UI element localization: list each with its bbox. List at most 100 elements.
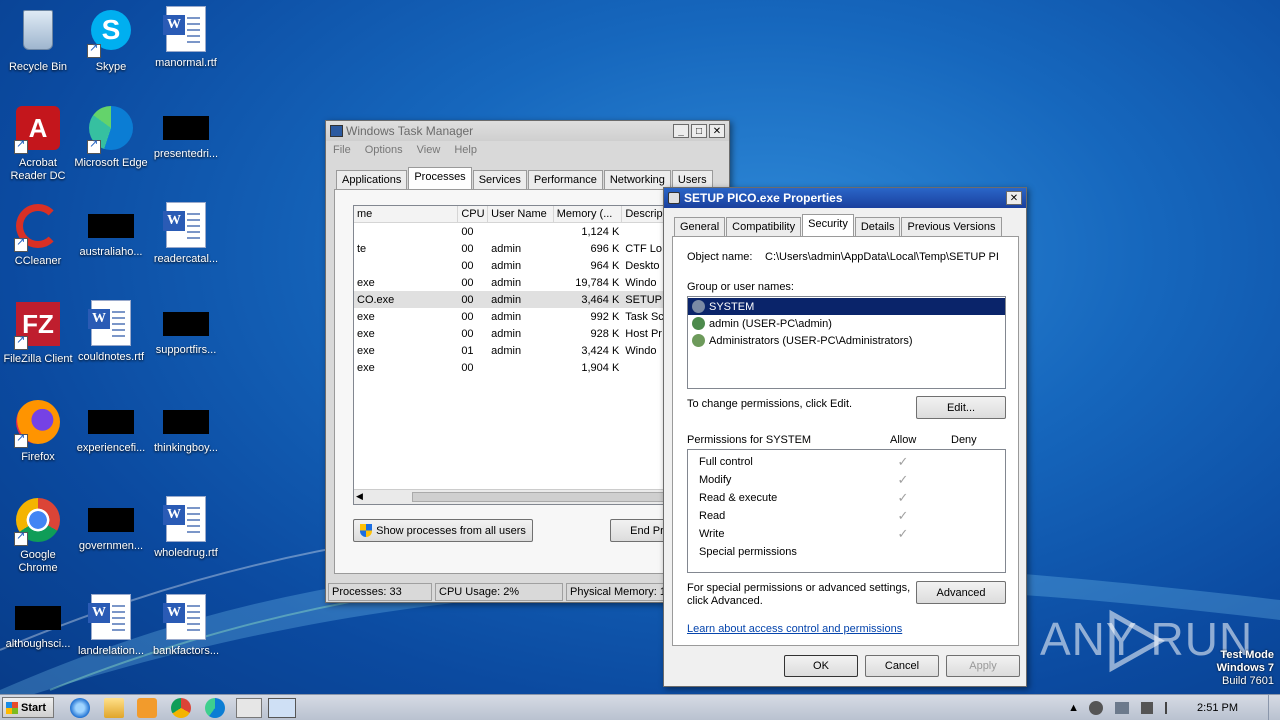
action-center-flag-icon[interactable] <box>1165 702 1177 714</box>
desktop-icon[interactable]: Wcouldnotes.rtf <box>73 300 149 364</box>
process-cell-mem: 696 K <box>590 242 620 255</box>
desktop-icon[interactable]: presentedri... <box>148 104 224 161</box>
process-cell-user: admin <box>491 242 522 255</box>
properties-dialog[interactable]: SETUP PICO.exe Properties ✕ General Comp… <box>663 187 1027 687</box>
network-icon[interactable] <box>1115 702 1130 714</box>
process-cell-cpu: 00 <box>461 361 474 374</box>
desktop-icon[interactable]: Wmanormal.rtf <box>148 6 224 70</box>
desktop-icon-label: FileZilla Client <box>3 353 73 365</box>
desktop-icon[interactable]: experiencefi... <box>73 398 149 455</box>
show-all-users-button[interactable]: Show processes from all users <box>353 519 533 542</box>
desktop-icon[interactable]: althoughsci... <box>0 594 76 651</box>
tab-applications[interactable]: Applications <box>336 170 408 189</box>
task-manager-taskbar-icon[interactable] <box>268 698 296 718</box>
process-row[interactable]: exe 00 admin 992 K Task Sc <box>354 308 672 325</box>
process-list[interactable]: me CPU User Name Memory (... Descrip 00 1… <box>353 205 673 505</box>
desktop-icon[interactable]: thinkingboy... <box>148 398 224 455</box>
menu-view[interactable]: View <box>417 144 441 156</box>
process-row[interactable]: exe 00 1,904 K <box>354 359 672 376</box>
minimize-button[interactable]: _ <box>673 124 689 138</box>
test-mode-line2: Windows 7 <box>1216 662 1274 674</box>
user-row-system[interactable]: SYSTEM <box>688 298 1005 315</box>
scroll-thumb[interactable] <box>412 492 672 502</box>
col-cpu[interactable]: CPU <box>458 206 489 222</box>
clock[interactable]: 2:51 PM <box>1197 702 1238 714</box>
start-button[interactable]: Start <box>2 697 54 718</box>
menu-help[interactable]: Help <box>454 144 477 156</box>
desktop-icon[interactable]: Wlandrelation... <box>73 594 149 658</box>
word-doc-icon: W <box>163 6 206 52</box>
word-doc-icon: W <box>88 300 131 346</box>
show-hidden-icons-arrow[interactable]: ▲ <box>1068 702 1079 714</box>
process-row[interactable]: 00 1,124 K <box>354 223 672 240</box>
process-row[interactable]: exe 00 admin 928 K Host Pr <box>354 325 672 342</box>
menu-file[interactable]: File <box>333 144 351 156</box>
properties-tabs: General Compatibility Security Details P… <box>674 214 1003 236</box>
desktop-icon[interactable]: Wbankfactors... <box>148 594 224 658</box>
desktop-icon[interactable]: FZ FileZilla Client <box>0 300 76 366</box>
tab-services[interactable]: Services <box>472 170 527 189</box>
properties-titlebar[interactable]: SETUP PICO.exe Properties ✕ <box>664 188 1026 208</box>
tab-compatibility[interactable]: Compatibility <box>726 217 802 236</box>
desktop-icon[interactable]: S Skype <box>73 6 149 74</box>
media-player-icon[interactable] <box>137 698 157 718</box>
desktop-icon-label: manormal.rtf <box>155 57 217 69</box>
maximize-button[interactable]: □ <box>691 124 707 138</box>
permissions-list: Full control ✓ Modify ✓ Read & execute ✓ Read ✓… <box>687 449 1006 573</box>
desktop-icon[interactable]: governmen... <box>73 496 149 553</box>
process-row[interactable]: exe 01 admin 3,424 K Windo <box>354 342 672 359</box>
close-button[interactable]: ✕ <box>709 124 725 138</box>
user-row-administrators[interactable]: Administrators (USER-PC\Administrators) <box>688 332 1005 349</box>
tab-previous-versions[interactable]: Previous Versions <box>901 217 1002 236</box>
advanced-button[interactable]: Advanced <box>916 581 1006 604</box>
ok-button[interactable]: OK <box>784 655 858 677</box>
desktop-icon[interactable]: australiaho... <box>73 202 149 259</box>
process-row[interactable]: te 00 admin 696 K CTF Lo <box>354 240 672 257</box>
col-memory[interactable]: Memory (... <box>554 206 623 222</box>
ie-icon[interactable] <box>70 698 90 718</box>
process-rows: 00 1,124 Kte 00 admin 696 K CTF Lo 00 admin 964 … <box>354 223 672 376</box>
show-desktop-button[interactable] <box>1268 695 1280 720</box>
process-row[interactable]: exe 00 admin 19,784 K Windo <box>354 274 672 291</box>
tab-networking[interactable]: Networking <box>603 170 671 189</box>
learn-access-control-link[interactable]: Learn about access control and permissio… <box>687 623 902 635</box>
tab-performance[interactable]: Performance <box>527 170 603 189</box>
apply-button[interactable]: Apply <box>946 655 1020 677</box>
desktop-icon[interactable]: Google Chrome <box>0 496 76 575</box>
tab-details[interactable]: Details <box>854 217 901 236</box>
process-row[interactable]: CO.exe 00 admin 3,464 K SETUP <box>354 291 672 308</box>
tab-general[interactable]: General <box>674 217 726 236</box>
desktop-icon[interactable]: Wreadercatal... <box>148 202 224 266</box>
tab-processes[interactable]: Processes <box>408 167 472 189</box>
explorer-icon[interactable] <box>104 698 124 718</box>
blank-file-icon <box>163 410 209 434</box>
task-manager-titlebar[interactable]: Windows Task Manager _ □ ✕ <box>326 121 729 141</box>
col-user-name[interactable]: User Name <box>488 206 554 222</box>
desktop-icon[interactable]: A Acrobat Reader DC <box>0 104 76 183</box>
process-row[interactable]: 00 admin 964 K Deskto <box>354 257 672 274</box>
tab-security[interactable]: Security <box>802 214 854 236</box>
user-list[interactable]: SYSTEM admin (USER-PC\admin) Administrat… <box>687 296 1006 389</box>
horizontal-scrollbar[interactable]: ◀ <box>354 489 672 504</box>
scroll-left-arrow[interactable]: ◀ <box>356 491 363 502</box>
cancel-button[interactable]: Cancel <box>865 655 939 677</box>
col-image-name[interactable]: me <box>354 206 459 222</box>
chrome-taskbar-icon[interactable] <box>171 698 191 718</box>
volume-icon[interactable] <box>1141 702 1154 714</box>
desktop-icon[interactable]: Firefox <box>0 398 76 464</box>
menu-options[interactable]: Options <box>365 144 403 156</box>
user-icon <box>692 317 705 330</box>
desktop-icon[interactable]: CCleaner <box>0 202 76 268</box>
pinned-app-icon[interactable] <box>236 698 262 718</box>
desktop-icon[interactable]: Microsoft Edge <box>73 104 149 170</box>
edit-button[interactable]: Edit... <box>916 396 1006 419</box>
properties-close-button[interactable]: ✕ <box>1006 191 1022 205</box>
desktop-icon[interactable]: supportfirs... <box>148 300 224 357</box>
tray-app-icon[interactable] <box>1089 701 1104 715</box>
desktop-icon[interactable]: Recycle Bin <box>0 6 76 74</box>
process-cell-mem: 1,904 K <box>581 361 620 374</box>
desktop-icon[interactable]: Wwholedrug.rtf <box>148 496 224 560</box>
users-group-icon <box>692 300 705 313</box>
user-row-admin[interactable]: admin (USER-PC\admin) <box>688 315 1005 332</box>
edge-taskbar-icon[interactable] <box>205 698 225 718</box>
